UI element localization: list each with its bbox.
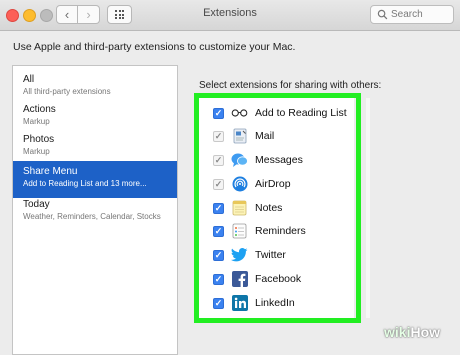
watermark-suffix: How (410, 324, 441, 340)
twitter-icon (231, 247, 248, 264)
sidebar-item-title: Today (23, 199, 50, 210)
linkedin-icon (231, 295, 248, 312)
sidebar-item-title: Share Menu (23, 166, 78, 177)
search-icon (377, 9, 388, 20)
list-item-label: Add to Reading List (255, 107, 347, 119)
airdrop-icon (231, 176, 248, 193)
facebook-icon (231, 271, 248, 288)
list-item-label: AirDrop (255, 178, 291, 190)
list-item-facebook[interactable]: ✓ Facebook (213, 269, 301, 289)
list-item-airdrop[interactable]: ✓ AirDrop (213, 174, 291, 194)
sidebar: All All third-party extensions Actions M… (12, 65, 178, 355)
mail-icon (231, 128, 248, 145)
list-item-twitter[interactable]: ✓ Twitter (213, 245, 286, 265)
checkbox[interactable]: ✓ (213, 107, 224, 119)
zoom-window-button[interactable] (40, 9, 53, 22)
chevron-left-icon: ‹ (64, 7, 70, 22)
grid-icon (115, 10, 124, 19)
minimize-window-button[interactable] (23, 9, 36, 22)
search-placeholder: Search (391, 9, 423, 20)
sidebar-item-subtitle: Markup (23, 117, 50, 126)
title-bar: ‹ › Extensions Search (0, 0, 460, 31)
checkbox[interactable]: ✓ (213, 130, 224, 142)
list-item-label: Mail (255, 130, 275, 142)
sidebar-item-title: Photos (23, 134, 55, 145)
chevron-right-icon: › (86, 7, 91, 22)
checkbox[interactable]: ✓ (213, 273, 224, 285)
reminders-icon (231, 223, 248, 240)
watermark-prefix: wiki (384, 324, 411, 340)
share-heading: Select extensions for sharing with other… (199, 80, 382, 91)
list-item-messages[interactable]: ✓ Messages (213, 150, 303, 170)
window-title: Extensions (203, 7, 257, 19)
sidebar-item-subtitle: Add to Reading List and 13 more... (23, 179, 147, 188)
list-item-mail[interactable]: ✓ Mail (213, 126, 274, 146)
close-window-button[interactable] (6, 9, 19, 22)
wikihow-watermark: wikiHow (384, 324, 440, 340)
list-item-add-to-reading-list[interactable]: ✓ Add to Reading List (213, 103, 347, 123)
sidebar-item-title: Actions (23, 104, 56, 115)
list-item-reminders[interactable]: ✓ Reminders (213, 221, 306, 241)
list-item-linkedin[interactable]: ✓ LinkedIn (213, 293, 295, 313)
checkbox[interactable]: ✓ (213, 225, 224, 237)
list-item-label: Messages (255, 154, 303, 166)
sidebar-item-share-menu[interactable]: Share Menu Add to Reading List and 13 mo… (13, 161, 177, 198)
checkbox[interactable]: ✓ (213, 297, 224, 309)
show-all-button[interactable] (107, 5, 132, 24)
checkbox[interactable]: ✓ (213, 178, 224, 190)
list-item-label: Facebook (255, 273, 302, 285)
scroll-track[interactable] (366, 98, 370, 318)
checkbox[interactable]: ✓ (213, 202, 224, 214)
list-item-label: Twitter (255, 249, 286, 261)
notes-icon (231, 200, 248, 217)
checkbox[interactable]: ✓ (213, 154, 224, 166)
list-item-label: LinkedIn (255, 297, 295, 309)
search-field[interactable]: Search (370, 5, 454, 24)
forward-button[interactable]: › (78, 5, 100, 24)
back-button[interactable]: ‹ (56, 5, 78, 24)
list-item-label: Notes (255, 202, 283, 214)
intro-text: Use Apple and third-party extensions to … (13, 41, 296, 53)
sidebar-item-subtitle: Weather, Reminders, Calendar, Stocks (23, 212, 161, 221)
list-item-label: Reminders (255, 225, 306, 237)
checkbox[interactable]: ✓ (213, 249, 224, 261)
list-item-notes[interactable]: ✓ Notes (213, 198, 282, 218)
glasses-icon (231, 105, 248, 122)
messages-icon (231, 152, 248, 169)
sidebar-item-subtitle: Markup (23, 147, 50, 156)
sidebar-item-subtitle: All third-party extensions (23, 87, 111, 96)
sidebar-item-title: All (23, 74, 35, 85)
sidebar-item-today[interactable]: Today Weather, Reminders, Calendar, Stoc… (13, 194, 177, 231)
